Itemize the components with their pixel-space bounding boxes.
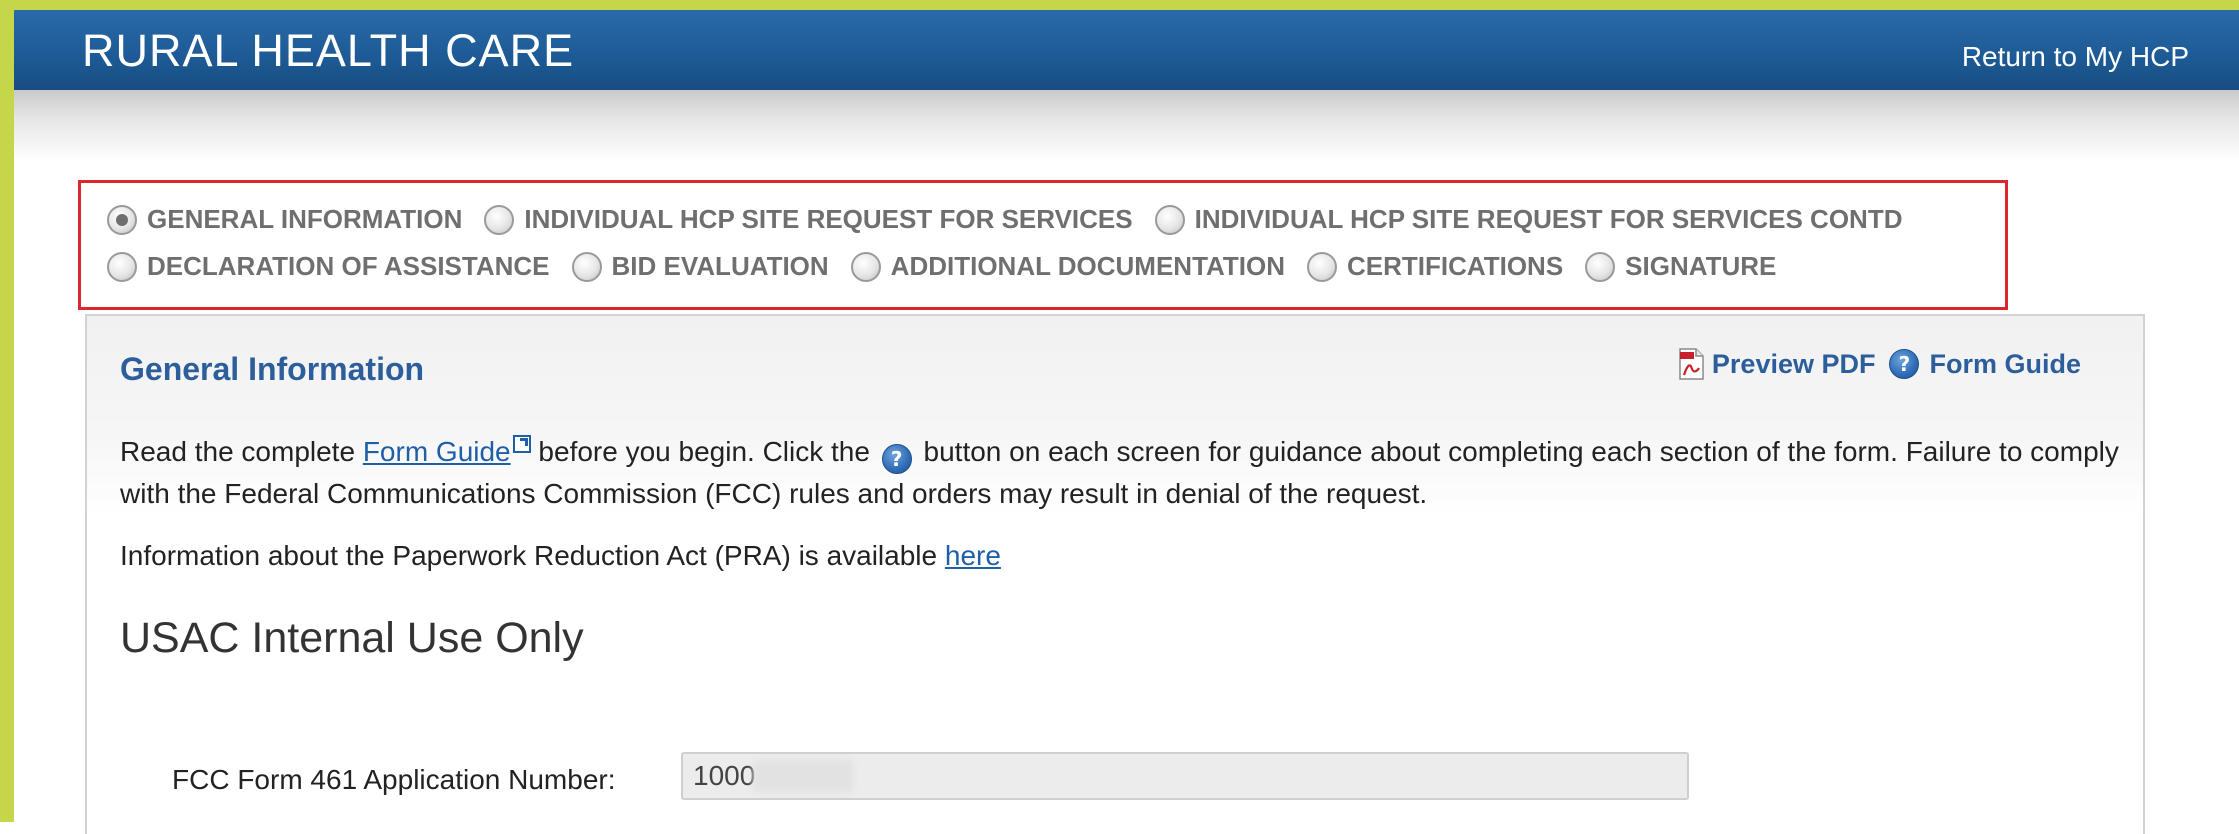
external-link-icon — [512, 435, 531, 453]
panel-tools: Preview PDF ? Form Guide — [1664, 348, 2081, 380]
step-certifications[interactable]: CERTIFICATIONS — [1306, 251, 1564, 282]
header-bar: RURAL HEALTH CARE Return to My HCP — [14, 10, 2239, 90]
step-individual-hcp-site-request[interactable]: INDIVIDUAL HCP SITE REQUEST FOR SERVICES — [484, 204, 1133, 235]
intro-text-2: before you begin. Click the — [530, 436, 878, 467]
step-label: ADDITIONAL DOCUMENTATION — [890, 251, 1285, 281]
step-label: INDIVIDUAL HCP SITE REQUEST FOR SERVICES — [524, 204, 1133, 234]
radio-icon[interactable] — [571, 251, 602, 282]
pra-paragraph: Information about the Paperwork Reductio… — [120, 536, 2120, 576]
step-bid-evaluation[interactable]: BID EVALUATION — [571, 251, 829, 282]
form-guide-button[interactable]: ? Form Guide — [1889, 349, 2081, 380]
pdf-icon — [1679, 348, 1704, 380]
app-title: RURAL HEALTH CARE — [82, 25, 575, 76]
step-label: CERTIFICATIONS — [1346, 251, 1564, 281]
panel-title: General Information — [120, 351, 425, 387]
general-information-panel: General Information Preview PDF ? Form G… — [85, 314, 2145, 834]
form-guide-link[interactable]: Form Guide — [363, 436, 511, 467]
preview-pdf-label: Preview PDF — [1711, 348, 1876, 379]
steps-row-2: DECLARATION OF ASSISTANCE BID EVALUATION… — [107, 251, 1798, 282]
step-label: DECLARATION OF ASSISTANCE — [147, 251, 550, 281]
step-label: BID EVALUATION — [611, 251, 829, 281]
form-steps-nav: GENERAL INFORMATION INDIVIDUAL HCP SITE … — [78, 180, 2008, 310]
step-label: SIGNATURE — [1625, 251, 1777, 281]
radio-icon[interactable] — [1585, 251, 1616, 282]
radio-icon[interactable] — [1306, 251, 1337, 282]
radio-icon[interactable] — [107, 251, 137, 282]
step-declaration-of-assistance[interactable]: DECLARATION OF ASSISTANCE — [107, 251, 550, 282]
help-icon: ? — [881, 444, 912, 474]
intro-text-1: Read the complete — [120, 436, 363, 467]
pra-here-link[interactable]: here — [945, 540, 1001, 571]
step-signature[interactable]: SIGNATURE — [1585, 251, 1776, 282]
step-general-information[interactable]: GENERAL INFORMATION — [107, 204, 462, 235]
radio-icon[interactable] — [850, 251, 881, 282]
step-label: INDIVIDUAL HCP SITE REQUEST FOR SERVICES… — [1194, 204, 1903, 234]
steps-row-1: GENERAL INFORMATION INDIVIDUAL HCP SITE … — [107, 204, 1925, 235]
step-label: GENERAL INFORMATION — [147, 204, 463, 234]
preview-pdf-button[interactable]: Preview PDF — [1678, 348, 1876, 380]
intro-paragraph: Read the complete Form Guide before you … — [120, 432, 2120, 514]
radio-icon[interactable] — [484, 204, 515, 235]
radio-icon[interactable] — [1154, 204, 1185, 235]
step-additional-documentation[interactable]: ADDITIONAL DOCUMENTATION — [850, 251, 1285, 282]
help-icon: ? — [1889, 349, 1920, 379]
step-individual-hcp-site-request-contd[interactable]: INDIVIDUAL HCP SITE REQUEST FOR SERVICES… — [1154, 204, 1903, 235]
section-heading: USAC Internal Use Only — [120, 614, 584, 662]
return-to-my-hcp-link[interactable]: Return to My HCP — [1962, 43, 2189, 71]
header-subbar — [14, 90, 2239, 162]
application-number-label: FCC Form 461 Application Number: — [172, 764, 616, 795]
pra-text: Information about the Paperwork Reductio… — [120, 540, 945, 571]
redacted-value-blur — [753, 760, 853, 792]
radio-icon[interactable] — [107, 204, 137, 235]
form-guide-label: Form Guide — [1929, 348, 2081, 379]
